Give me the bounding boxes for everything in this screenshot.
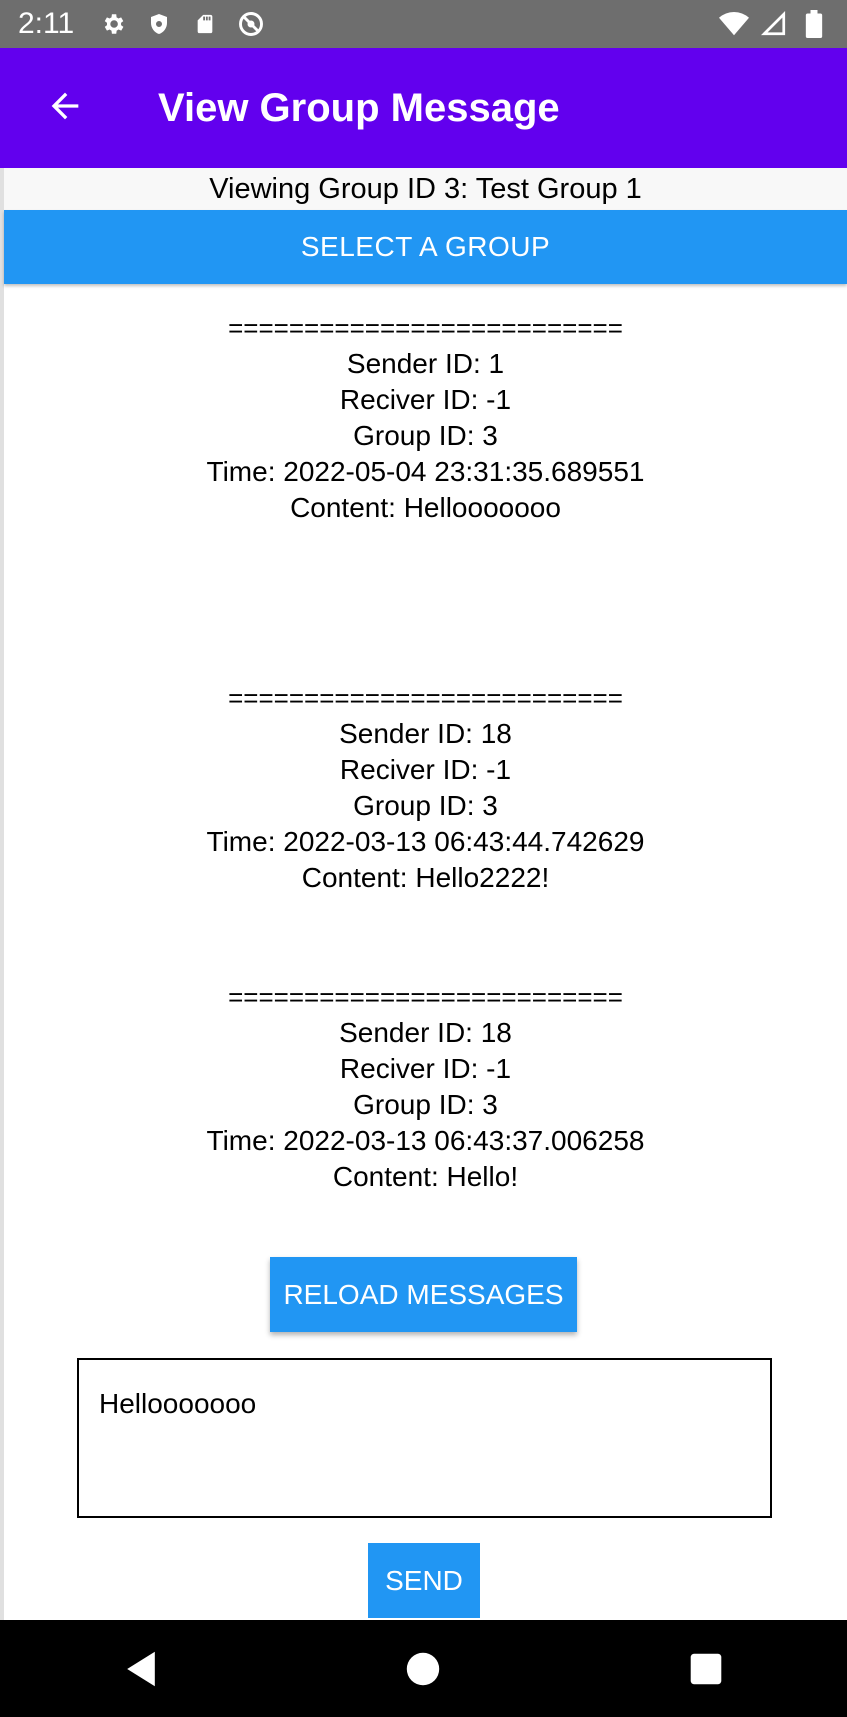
select-group-button[interactable]: SELECT A GROUP [4,210,847,284]
back-triangle-icon[interactable] [101,1629,181,1709]
wifi-icon [719,9,749,39]
message-group: Group ID: 3 [353,420,498,451]
message-time: Time: 2022-03-13 06:43:44.742629 [206,826,645,857]
arrow-back-icon [45,86,85,131]
message-input[interactable]: Hellooooooo [77,1358,772,1518]
message-sender: Sender ID: 18 [339,718,512,749]
message-content: Content: Hello2222! [301,862,550,893]
shield-icon [144,9,174,39]
message-content: Content: Hellooooooo [290,492,561,523]
page-title: View Group Message [158,85,560,130]
system-nav-bar [0,1620,847,1717]
home-circle-icon[interactable] [383,1629,463,1709]
message-time: Time: 2022-03-13 06:43:37.006258 [206,1125,645,1156]
signal-icon [759,9,789,39]
message-item: ========================== Sender ID: 1 … [4,310,847,526]
message-item: ========================== Sender ID: 18… [4,680,847,896]
recents-square-icon[interactable] [666,1629,746,1709]
message-receiver: Reciver ID: -1 [339,754,512,785]
send-button[interactable]: SEND [368,1543,480,1618]
battery-icon [799,9,829,39]
sd-card-icon [190,9,220,39]
app-bar: View Group Message [0,48,847,168]
message-separator: ========================== [228,982,623,1012]
message-group: Group ID: 3 [353,1089,498,1120]
group-heading: Viewing Group ID 3: Test Group 1 [4,168,847,210]
status-time: 2:11 [18,7,75,40]
message-item: ========================== Sender ID: 18… [4,979,847,1195]
gear-icon [98,9,128,39]
message-sender: Sender ID: 18 [339,1017,512,1048]
message-receiver: Reciver ID: -1 [339,1053,512,1084]
message-content: Content: Hello! [332,1161,519,1192]
status-icons-left [98,9,266,39]
message-separator: ========================== [228,683,623,713]
no-sync-icon [236,9,266,39]
message-group: Group ID: 3 [353,790,498,821]
status-bar: 2:11 [0,0,847,48]
back-button[interactable] [0,48,130,168]
status-icons-right [719,9,829,39]
reload-messages-button[interactable]: RELOAD MESSAGES [270,1257,577,1332]
message-separator: ========================== [228,313,623,343]
message-receiver: Reciver ID: -1 [339,384,512,415]
message-time: Time: 2022-05-04 23:31:35.689551 [206,456,645,487]
message-sender: Sender ID: 1 [346,348,505,379]
